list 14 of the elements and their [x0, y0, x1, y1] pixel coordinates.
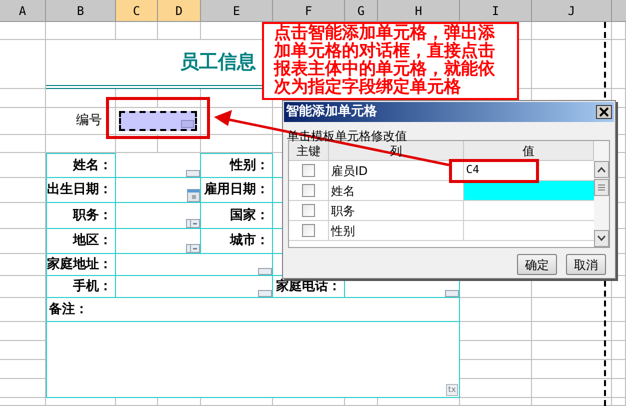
- field-label: 性别：: [201, 153, 273, 178]
- field-label: 地区：: [46, 229, 116, 254]
- field-label: 职务：: [46, 203, 116, 229]
- field-label: 姓名：: [46, 153, 116, 178]
- field-label: 备注：: [46, 298, 460, 322]
- field-label: 雇用日期：: [201, 178, 273, 203]
- dialog-title: 智能添加单元格: [286, 103, 377, 122]
- callout-tooltip: 点击智能添加单元格，弹出添加单元格的对话框，直接点击报表主体中的单元格，就能依次为指定字段绑定单元格: [262, 22, 519, 100]
- field-label: 手机：: [46, 276, 116, 298]
- field-label: 国家：: [201, 203, 273, 229]
- field-label: 出生日期：: [46, 178, 116, 203]
- field-label: 城市：: [201, 229, 273, 254]
- field-label: 编号: [76, 112, 102, 130]
- field-label: 家庭地址：: [46, 254, 116, 276]
